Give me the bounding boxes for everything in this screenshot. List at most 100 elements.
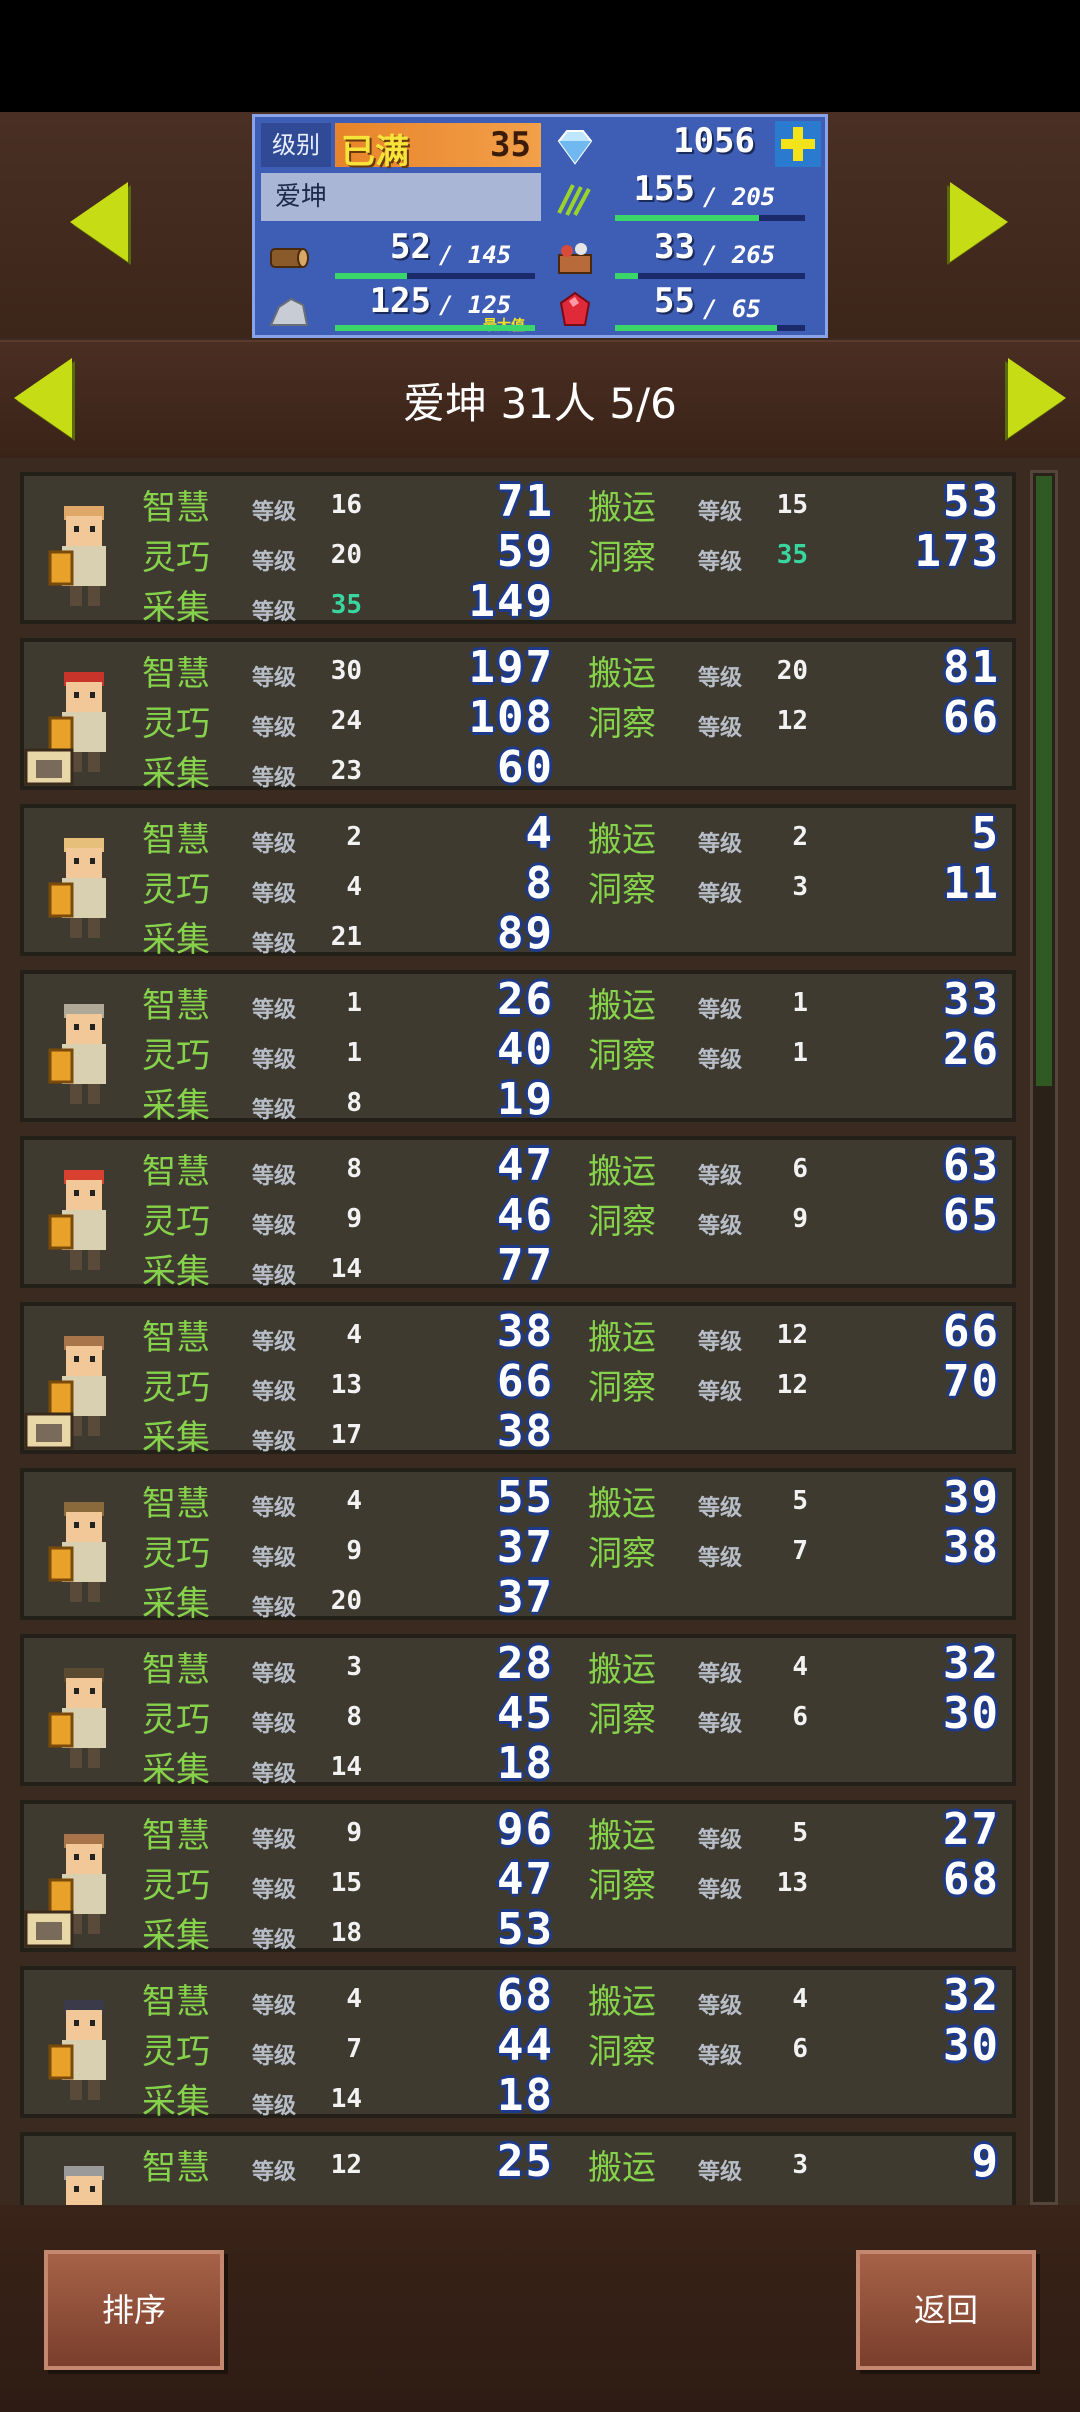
member-card[interactable]: 智慧 等级 30 197 灵巧 等级 24 108 采集 等级 23 60 搬运 等级 20 81 洞察 等级 12…	[20, 638, 1016, 794]
member-card[interactable]: 智慧 等级 2 4 灵巧 等级 4 8 采集 等级 21 89 搬运 等级 2 5 洞察 等级 3 11	[20, 804, 1016, 960]
level-tag: 等级	[698, 998, 743, 1023]
wisdom-value: 47	[497, 1140, 554, 1191]
carry-value: 32	[943, 1638, 1000, 1689]
gather-value: 89	[497, 908, 554, 959]
member-card[interactable]: 智慧 等级 4 68 灵巧 等级 7 44 采集 等级 14 18 搬运 等级 4 32 洞察 等级 6 30	[20, 1966, 1016, 2122]
prev-team-arrow-icon[interactable]	[70, 182, 128, 262]
member-list[interactable]: 智慧 等级 16 71 灵巧 等级 20 59 采集 等级 35 149 搬运 等级 15 53 洞察 等级 35 1…	[0, 460, 1080, 2205]
carry-label: 搬运	[588, 1650, 656, 1690]
dexterity-level: 24	[330, 706, 362, 736]
back-button[interactable]: 返回	[856, 2250, 1036, 2370]
gather-label: 采集	[142, 754, 210, 794]
insight-level: 1	[792, 1038, 808, 1068]
wood-max: / 145	[439, 241, 512, 269]
wisdom-label: 智慧	[142, 488, 210, 528]
rank-box: 已满 35	[335, 123, 541, 172]
wisdom-label: 智慧	[142, 986, 210, 1026]
insight-value: 68	[943, 1854, 1000, 1905]
wisdom-level: 16	[330, 490, 362, 520]
member-card[interactable]: 智慧 等级 1 26 灵巧 等级 1 40 采集 等级 8 19 搬运 等级 1 33 洞察 等级 1 26	[20, 970, 1016, 1126]
gather-value: 77	[497, 1240, 554, 1291]
scrollbar[interactable]	[1030, 470, 1058, 2205]
wisdom-value: 28	[497, 1638, 554, 1689]
gather-value: 38	[497, 1406, 554, 1457]
gather-label: 采集	[142, 1252, 210, 1292]
level-tag: 等级	[698, 1214, 743, 1239]
scrollbar-thumb[interactable]	[1036, 476, 1052, 1086]
team-title: 爱坤 31人 5/6	[403, 379, 677, 428]
insight-value: 30	[943, 2020, 1000, 2071]
level-tag: 等级	[252, 1762, 297, 1787]
red-hat-worker-avatar	[48, 1170, 106, 1270]
carry-level: 15	[776, 490, 808, 520]
member-card[interactable]: 智慧 等级 4 38 灵巧 等级 13 66 采集 等级 17 38 搬运 等级 12 66 洞察 等级 12 70	[20, 1302, 1016, 1458]
level-tag: 等级	[252, 550, 297, 575]
gather-value: 149	[468, 576, 554, 627]
dexterity-level: 15	[330, 1868, 362, 1898]
dexterity-value: 47	[497, 1854, 554, 1905]
level-tag: 等级	[252, 1098, 297, 1123]
dexterity-level: 9	[346, 1204, 362, 1234]
member-card[interactable]: 智慧 等级 16 71 灵巧 等级 20 59 采集 等级 35 149 搬运 等级 15 53 洞察 等级 35 1…	[20, 472, 1016, 628]
insight-value: 11	[943, 858, 1000, 909]
dexterity-level: 9	[346, 1536, 362, 1566]
dexterity-value: 66	[497, 1356, 554, 1407]
dexterity-label: 灵巧	[142, 538, 210, 578]
stone-bar	[335, 325, 535, 331]
member-card[interactable]: 智慧 等级 4 55 灵巧 等级 9 37 采集 等级 20 37 搬运 等级 5 39 洞察 等级 7 38	[20, 1468, 1016, 1624]
dexterity-label: 灵巧	[142, 2032, 210, 2072]
sort-button[interactable]: 排序	[44, 2250, 224, 2370]
gather-label: 采集	[142, 1750, 210, 1790]
ruby-max-value: 65	[731, 295, 761, 323]
wisdom-label: 智慧	[142, 1982, 210, 2022]
carry-label: 搬运	[588, 1816, 656, 1856]
wisdom-value: 55	[497, 1472, 554, 1523]
knight-avatar	[48, 838, 106, 938]
carry-level: 4	[792, 1984, 808, 2014]
gather-label: 采集	[142, 1418, 210, 1458]
level-tag: 等级	[252, 1828, 297, 1853]
carry-level: 3	[792, 2150, 808, 2180]
level-tag: 等级	[252, 716, 297, 741]
level-tag: 等级	[698, 2044, 743, 2069]
carry-value: 66	[943, 1306, 1000, 1357]
wisdom-value: 38	[497, 1306, 554, 1357]
insight-label: 洞察	[588, 1202, 656, 1242]
level-tag: 等级	[698, 1662, 743, 1687]
add-gems-button[interactable]	[775, 121, 821, 167]
insight-label: 洞察	[588, 2032, 656, 2072]
carry-label: 搬运	[588, 1982, 656, 2022]
gather-label: 采集	[142, 1086, 210, 1126]
level-tag: 等级	[698, 832, 743, 857]
carry-label: 搬运	[588, 820, 656, 860]
insight-value: 26	[943, 1024, 1000, 1075]
level-tag: 等级	[252, 1214, 297, 1239]
member-card[interactable]: 智慧 等级 9 96 灵巧 等级 15 47 采集 等级 18 53 搬运 等级 5 27 洞察 等级 13 68	[20, 1800, 1016, 1956]
gather-level: 23	[330, 756, 362, 786]
gather-value: 18	[497, 2070, 554, 2121]
level-tag: 等级	[252, 600, 297, 625]
carry-value: 81	[943, 642, 1000, 693]
gather-level: 14	[330, 1254, 362, 1284]
level-tag: 等级	[698, 1994, 743, 2019]
member-card[interactable]: 智慧 等级 8 47 灵巧 等级 9 46 采集 等级 14 77 搬运 等级 6 63 洞察 等级 9 65	[20, 1136, 1016, 1292]
wisdom-level: 4	[346, 1984, 362, 2014]
wisdom-label: 智慧	[142, 820, 210, 860]
next-team-arrow-icon[interactable]	[950, 182, 1008, 262]
carry-level: 6	[792, 1154, 808, 1184]
rank-level: 35	[490, 125, 531, 165]
ruby-value: 55	[654, 281, 695, 321]
gather-label: 采集	[142, 1916, 210, 1956]
wisdom-level: 3	[346, 1652, 362, 1682]
gather-value: 18	[497, 1738, 554, 1789]
carry-value: 39	[943, 1472, 1000, 1523]
gather-value: 19	[497, 1074, 554, 1125]
level-tag: 等级	[698, 1496, 743, 1521]
level-tag: 等级	[252, 2094, 297, 2119]
insight-level: 9	[792, 1204, 808, 1234]
gather-label: 采集	[142, 1584, 210, 1624]
gem-count: 1056	[673, 121, 755, 161]
member-card[interactable]: 智慧 等级 3 28 灵巧 等级 8 45 采集 等级 14 18 搬运 等级 4 32 洞察 等级 6 30	[20, 1634, 1016, 1790]
house-icon	[24, 1910, 74, 1948]
member-card[interactable]: 智慧 等级 12 25 搬运 等级 3 9	[20, 2132, 1016, 2205]
